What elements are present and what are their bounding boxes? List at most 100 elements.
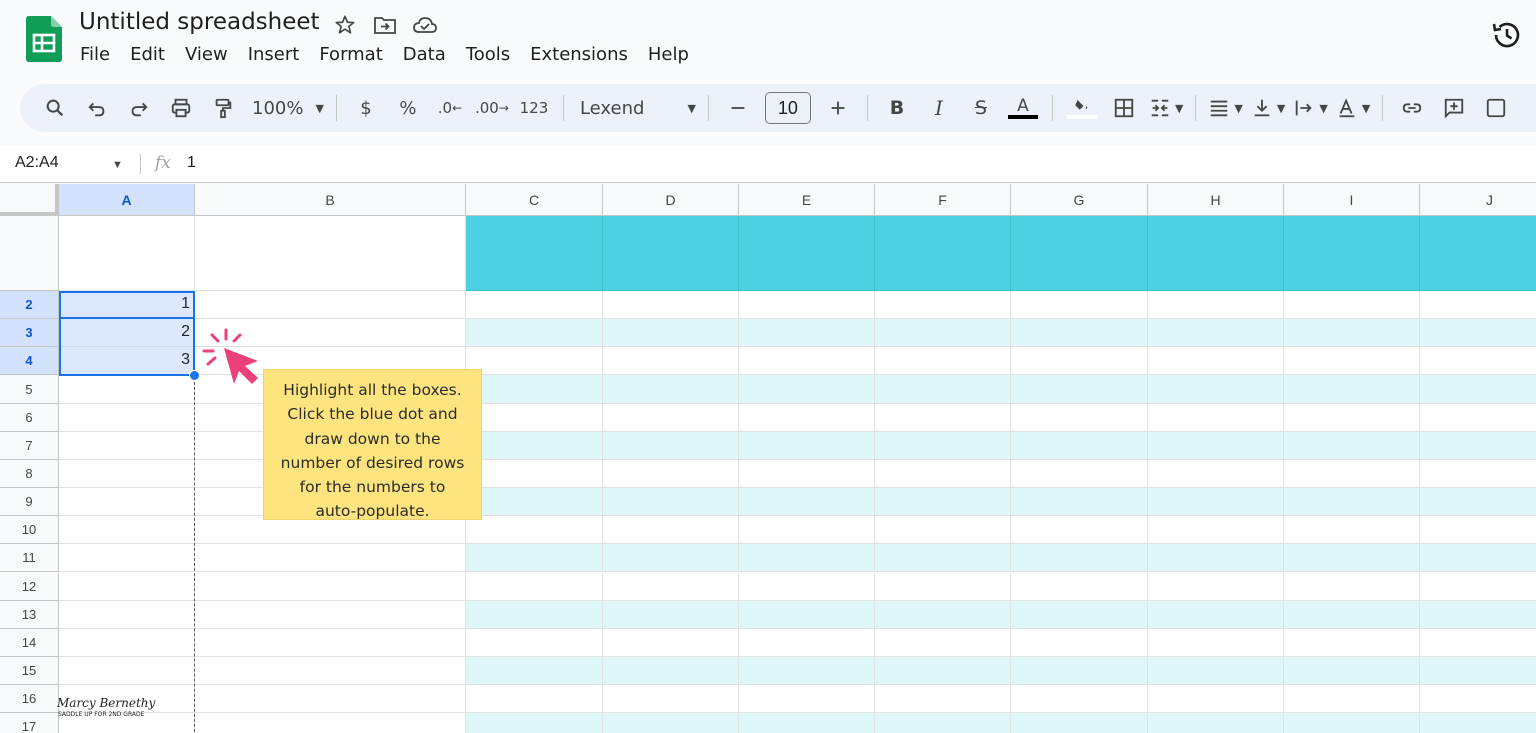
comment-icon[interactable]	[1437, 91, 1471, 125]
cell-f1[interactable]	[875, 216, 1011, 291]
cell-j15[interactable]	[1420, 656, 1536, 686]
cell-h11[interactable]	[1148, 544, 1284, 573]
cell-e8[interactable]	[739, 459, 875, 489]
cell-f7[interactable]	[875, 431, 1011, 460]
cell-j7[interactable]	[1420, 431, 1536, 460]
decrease-font-size-button[interactable]	[721, 91, 755, 125]
menu-data[interactable]: Data	[393, 42, 456, 67]
currency-format-button[interactable]: $	[349, 91, 383, 125]
cell-g4[interactable]	[1011, 347, 1148, 376]
cell-d9[interactable]	[603, 488, 739, 517]
row-header-10[interactable]: 10	[0, 516, 59, 545]
row-header-11[interactable]: 11	[0, 544, 59, 573]
column-header-i[interactable]: I	[1284, 184, 1420, 216]
row-header-9[interactable]: 9	[0, 488, 59, 517]
name-box[interactable]: A2:A4	[15, 154, 59, 172]
cell-f11[interactable]	[875, 544, 1011, 573]
cell-a10[interactable]	[59, 516, 195, 545]
cell-c12[interactable]	[466, 572, 603, 601]
cell-g12[interactable]	[1011, 572, 1148, 601]
cell-j8[interactable]	[1420, 460, 1536, 489]
cell-e13[interactable]	[739, 600, 875, 629]
column-header-a[interactable]: A	[59, 184, 195, 216]
cell-i4[interactable]	[1284, 347, 1420, 376]
cell-h6[interactable]	[1148, 403, 1284, 432]
cell-c9[interactable]	[466, 488, 603, 517]
menu-insert[interactable]: Insert	[238, 42, 310, 67]
cell-f16[interactable]	[875, 685, 1011, 714]
cell-e17[interactable]	[739, 713, 875, 733]
cell-g2[interactable]	[1011, 291, 1148, 320]
cell-i15[interactable]	[1284, 656, 1420, 686]
row-header-1[interactable]	[0, 216, 59, 291]
cell-a11[interactable]	[59, 544, 195, 573]
cell-a9[interactable]	[59, 488, 195, 517]
cell-e7[interactable]	[739, 431, 875, 460]
cell-h13[interactable]	[1148, 600, 1284, 629]
vertical-align-icon[interactable]: ▼	[1251, 91, 1285, 125]
horizontal-align-icon[interactable]: ▼	[1208, 91, 1243, 125]
cell-d6[interactable]	[603, 403, 739, 432]
column-header-b[interactable]: B	[195, 184, 466, 216]
cell-c3[interactable]	[466, 319, 603, 348]
menu-view[interactable]: View	[175, 42, 238, 67]
cell-h1[interactable]	[1148, 216, 1284, 291]
cell-j6[interactable]	[1420, 404, 1536, 432]
fill-color-icon[interactable]	[1065, 91, 1099, 125]
cell-g6[interactable]	[1011, 403, 1148, 432]
column-header-f[interactable]: F	[875, 184, 1011, 216]
row-header-12[interactable]: 12	[0, 572, 59, 601]
cell-d1[interactable]	[603, 216, 739, 291]
font-size-input[interactable]: 10	[764, 92, 811, 124]
menu-tools[interactable]: Tools	[456, 42, 520, 67]
cell-h15[interactable]	[1148, 656, 1284, 686]
menu-format[interactable]: Format	[309, 42, 392, 67]
cell-c10[interactable]	[466, 516, 603, 545]
cell-g9[interactable]	[1011, 488, 1148, 517]
cell-c1[interactable]	[466, 216, 603, 291]
cell-e4[interactable]	[739, 347, 875, 376]
cell-d15[interactable]	[603, 656, 739, 686]
cell-h2[interactable]	[1148, 291, 1284, 320]
sheets-logo-icon[interactable]	[26, 16, 62, 62]
undo-icon[interactable]	[80, 91, 114, 125]
cell-b2[interactable]	[195, 291, 466, 320]
formula-input[interactable]: 1	[187, 154, 196, 172]
link-icon[interactable]	[1395, 91, 1429, 125]
cell-b11[interactable]	[195, 544, 466, 573]
cell-i1[interactable]	[1284, 216, 1420, 291]
cell-a6[interactable]	[59, 403, 195, 432]
cell-g5[interactable]	[1011, 375, 1148, 404]
percent-format-button[interactable]: %	[391, 91, 425, 125]
cell-b15[interactable]	[195, 656, 466, 686]
cell-f8[interactable]	[875, 459, 1011, 489]
cell-h7[interactable]	[1148, 431, 1284, 460]
cell-f4[interactable]	[875, 347, 1011, 376]
cell-f12[interactable]	[875, 572, 1011, 601]
cell-i11[interactable]	[1284, 544, 1420, 573]
row-header-17[interactable]: 17	[0, 713, 59, 733]
redo-icon[interactable]	[122, 91, 156, 125]
cell-e11[interactable]	[739, 544, 875, 573]
cell-c7[interactable]	[466, 431, 603, 460]
cell-e1[interactable]	[739, 216, 875, 291]
cell-d10[interactable]	[603, 516, 739, 545]
version-history-icon[interactable]	[1490, 18, 1524, 52]
bold-icon[interactable]: B	[880, 91, 914, 125]
cell-b1[interactable]	[195, 216, 466, 291]
cell-g14[interactable]	[1011, 628, 1148, 657]
cell-d2[interactable]	[603, 291, 739, 320]
cell-d13[interactable]	[603, 600, 739, 629]
text-color-icon[interactable]: A	[1006, 91, 1040, 125]
cell-f3[interactable]	[875, 319, 1011, 348]
cell-f13[interactable]	[875, 600, 1011, 629]
cell-h9[interactable]	[1148, 488, 1284, 517]
cell-i17[interactable]	[1284, 713, 1420, 733]
menu-edit[interactable]: Edit	[120, 42, 175, 67]
cell-c15[interactable]	[466, 656, 603, 686]
more-formats-button[interactable]: 123	[517, 91, 551, 125]
insert-chart-icon[interactable]	[1479, 91, 1513, 125]
cell-a3[interactable]: 2	[59, 319, 195, 348]
cell-a13[interactable]	[59, 600, 195, 629]
borders-icon[interactable]	[1107, 91, 1141, 125]
